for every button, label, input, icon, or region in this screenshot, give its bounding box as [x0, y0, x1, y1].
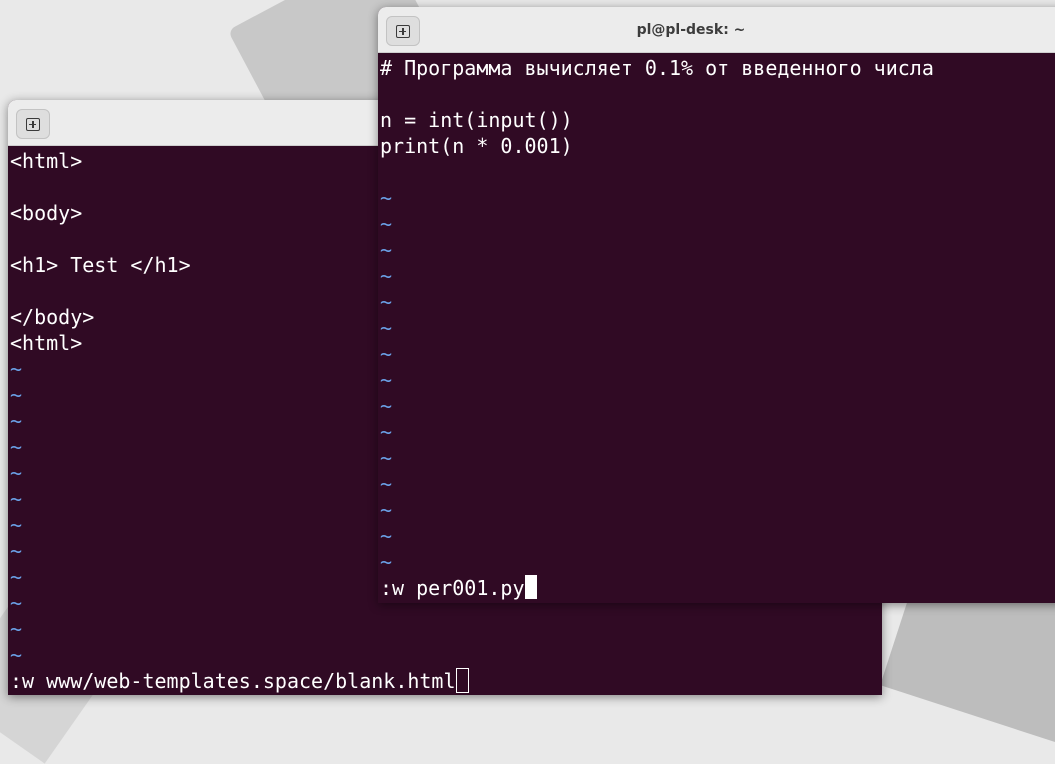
empty-line-tilde: ~ [380, 472, 393, 496]
empty-line-tilde: ~ [380, 238, 393, 262]
vim-buffer[interactable]: # Программа вычисляет 0.1% от введенного… [378, 53, 1055, 601]
empty-line-tilde: ~ [380, 524, 393, 548]
cursor [524, 575, 537, 599]
empty-line-tilde: ~ [380, 290, 393, 314]
empty-line-tilde: ~ [10, 643, 23, 667]
command-text: :w www/web-templates.space/blank.html [10, 669, 456, 693]
empty-line-tilde: ~ [10, 617, 23, 641]
buffer-line: n = int(input()) [380, 108, 573, 132]
terminal-window-python[interactable]: pl@pl-desk: ~ # Программа вычисляет 0.1%… [378, 7, 1055, 603]
empty-line-tilde: ~ [380, 316, 393, 340]
buffer-line: # Программа вычисляет 0.1% от введенного… [380, 56, 934, 80]
command-text: :w per001.py [380, 576, 525, 600]
command-line[interactable]: :w per001.py [380, 575, 1055, 601]
command-line[interactable]: :w www/web-templates.space/blank.html [10, 668, 882, 694]
empty-line-tilde: ~ [380, 420, 393, 444]
empty-line-tilde: ~ [380, 550, 393, 574]
empty-line-tilde: ~ [380, 498, 393, 522]
buffer-line [380, 81, 1055, 107]
cursor [455, 668, 469, 693]
empty-line-tilde: ~ [380, 368, 393, 392]
empty-line-tilde: ~ [380, 212, 393, 236]
buffer-line [380, 159, 1055, 185]
empty-line-tilde: ~ [380, 186, 393, 210]
titlebar[interactable]: pl@pl-desk: ~ [378, 7, 1055, 53]
empty-line-tilde: ~ [380, 264, 393, 288]
empty-line-tilde: ~ [380, 394, 393, 418]
buffer-lines: # Программа вычисляет 0.1% от введенного… [380, 55, 1055, 185]
buffer-line: print(n * 0.001) [380, 134, 573, 158]
empty-line-tilde: ~ [380, 342, 393, 366]
empty-line-tilde: ~ [380, 446, 393, 470]
window-title: pl@pl-desk: ~ [636, 22, 746, 38]
empty-line-markers: ~ ~ ~ ~ ~ ~ ~ ~ ~ ~ ~ ~ ~ ~ ~ [380, 185, 1055, 575]
